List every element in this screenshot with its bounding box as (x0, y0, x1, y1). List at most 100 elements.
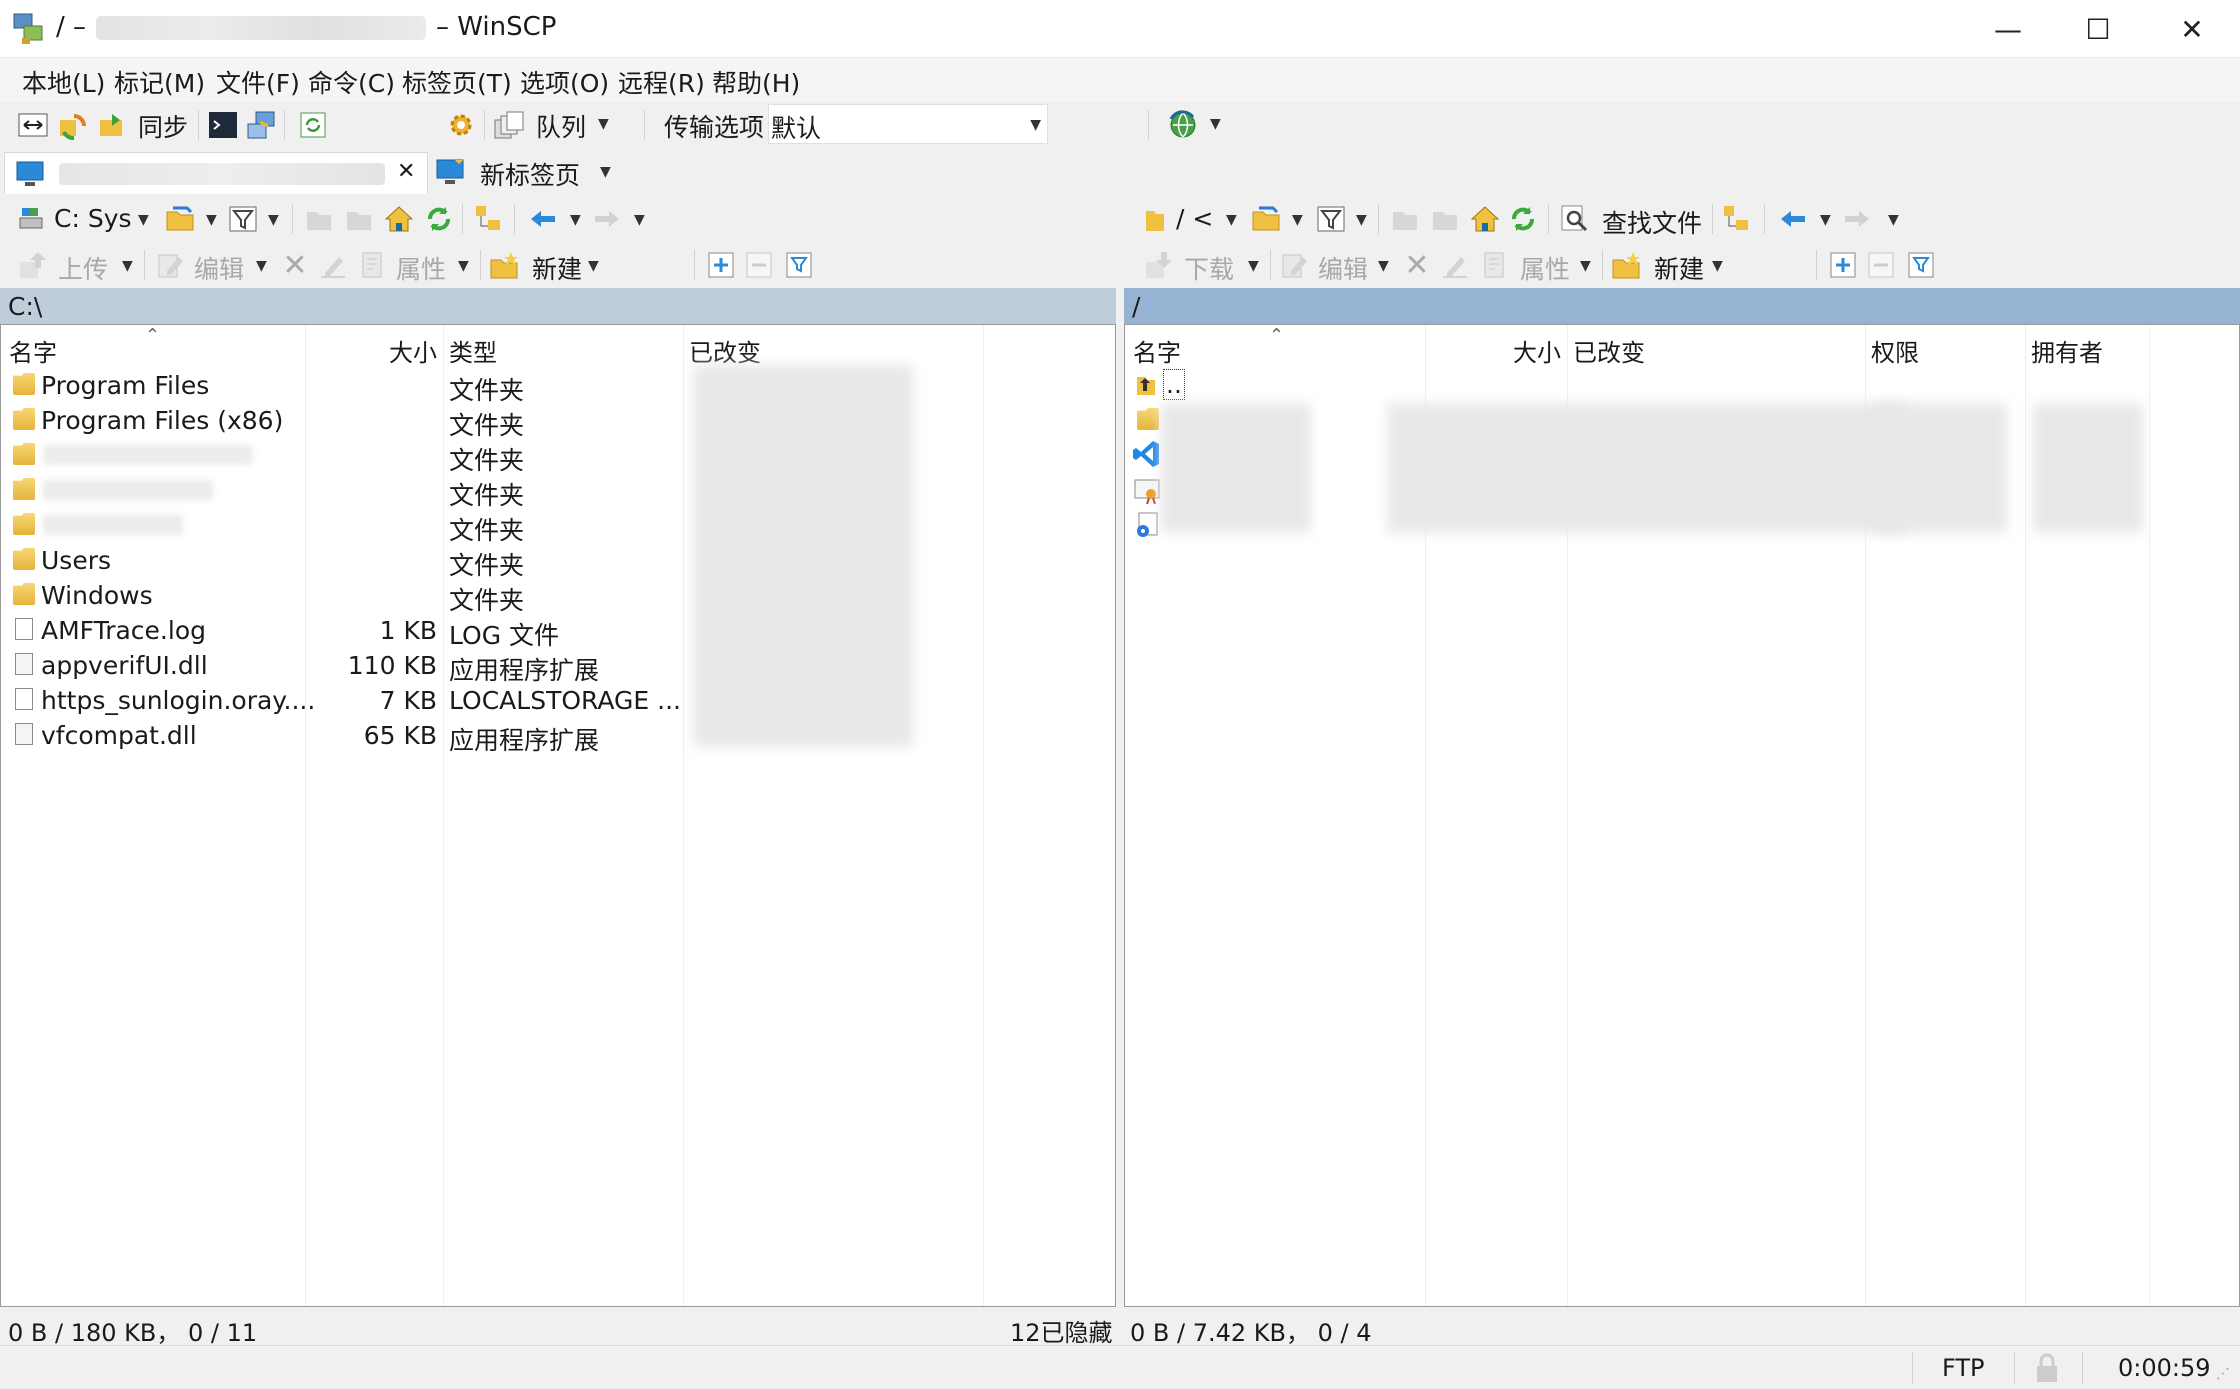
file-row[interactable]: 文件夹 (1, 507, 1115, 545)
close-window-button[interactable]: ✕ (2146, 0, 2238, 58)
minimize-button[interactable]: — (1962, 0, 2054, 58)
parent-dir-row[interactable]: .. (1125, 367, 2239, 402)
file-row[interactable]: AMFTrace.log 1 KB LOG 文件 (1, 612, 1115, 650)
file-row[interactable]: Windows 文件夹 (1, 577, 1115, 615)
refresh-icon[interactable] (422, 202, 456, 236)
open-folder-icon[interactable] (164, 202, 198, 236)
filter-select-icon[interactable] (782, 248, 816, 282)
remote-edit-button[interactable]: 编辑 (1318, 250, 1368, 286)
sync-button[interactable]: 同步 (138, 108, 188, 144)
file-row[interactable]: vfcompat.dll 65 KB 应用程序扩展 (1, 717, 1115, 755)
back-arrow-icon[interactable] (526, 202, 560, 236)
edit-icon[interactable] (154, 248, 188, 282)
delete-icon[interactable]: ✕ (278, 248, 312, 283)
new-button[interactable]: 新建 (532, 250, 582, 286)
menu-remote[interactable]: 远程(R) (618, 64, 705, 100)
remote-root-dir-icon[interactable] (1428, 202, 1462, 236)
home-icon[interactable] (382, 202, 416, 236)
forward-arrow-icon[interactable] (590, 202, 624, 236)
remote-forward-arrow-icon[interactable] (1840, 202, 1874, 236)
file-row[interactable]: 文件夹 (1, 472, 1115, 510)
remote-edit-icon[interactable] (1278, 248, 1312, 282)
properties-button[interactable]: 属性 (396, 250, 446, 286)
remote-refresh-icon[interactable] (1506, 202, 1540, 236)
close-tab-button[interactable]: ✕ (397, 159, 415, 184)
local-file-list[interactable]: 名字 ⌃ 大小 类型 已改变 Program Files 文件夹 Program… (0, 324, 1116, 1307)
file-row[interactable]: Program Files (x86) 文件夹 (1, 402, 1115, 440)
remote-tree-view-icon[interactable] (1720, 202, 1754, 236)
filter-icon[interactable] (226, 202, 260, 236)
maximize-button[interactable]: ☐ (2052, 0, 2144, 58)
parent-dir-icon[interactable] (302, 202, 336, 236)
root-dir-icon[interactable] (342, 202, 376, 236)
queue-button[interactable]: 队列 (536, 108, 586, 144)
download-button[interactable]: 下载 (1184, 250, 1234, 286)
file-row[interactable]: appverifUI.dll 110 KB 应用程序扩展 (1, 647, 1115, 685)
terminal-icon[interactable] (206, 108, 240, 142)
column-header-changed[interactable]: 已改变 (683, 325, 983, 367)
unselect-minus-icon[interactable] (742, 248, 776, 282)
remote-filter-select-icon[interactable] (1904, 248, 1938, 282)
remote-filter-icon[interactable] (1314, 202, 1348, 236)
drive-selector[interactable]: C: Sys (54, 204, 132, 233)
remote-new-folder-icon[interactable] (1610, 248, 1644, 282)
transfer-options-select[interactable]: 默认 ▼ (768, 104, 1048, 144)
auto-refresh-caret-icon[interactable]: ▼ (1210, 116, 1221, 132)
column-header-type[interactable]: 类型 (443, 325, 683, 367)
remote-column-header-size[interactable]: 大小 (1425, 325, 1567, 367)
new-tab-caret-icon[interactable]: ▼ (600, 164, 611, 180)
menu-mark[interactable]: 标记(M) (114, 64, 205, 100)
upload-button[interactable]: 上传 (58, 250, 108, 286)
queue-dropdown-caret-icon[interactable]: ▼ (598, 116, 609, 132)
remote-parent-dir-icon[interactable] (1388, 202, 1422, 236)
menu-local[interactable]: 本地(L) (22, 64, 105, 100)
properties-icon[interactable] (356, 248, 390, 282)
session-tab-active[interactable]: ✕ (4, 152, 428, 194)
synchronize-browse-icon[interactable] (56, 108, 90, 142)
find-files-icon[interactable] (1558, 202, 1592, 236)
column-header-size[interactable]: 大小 (305, 325, 443, 367)
drive-caret-icon[interactable]: ▼ (138, 212, 149, 228)
remote-column-header-rights[interactable]: 权限 (1865, 325, 2025, 367)
menu-commands[interactable]: 命令(C) (308, 64, 395, 100)
auto-refresh-globe-icon[interactable] (1166, 108, 1200, 142)
remote-unselect-minus-icon[interactable] (1864, 248, 1898, 282)
menu-file[interactable]: 文件(F) (216, 64, 300, 100)
remote-open-folder-icon[interactable] (1250, 202, 1284, 236)
refresh-session-icon[interactable] (296, 108, 330, 142)
remote-select-plus-icon[interactable] (1826, 248, 1860, 282)
download-icon[interactable] (1142, 248, 1176, 282)
file-row[interactable]: Program Files 文件夹 (1, 367, 1115, 405)
synchronize-folder-icon[interactable] (96, 108, 130, 142)
new-tab-button[interactable]: 新标签页 (480, 156, 580, 192)
file-row[interactable]: Users 文件夹 (1, 542, 1115, 580)
preferences-gear-icon[interactable] (444, 108, 478, 142)
remote-column-header-changed[interactable]: 已改变 (1567, 325, 1865, 367)
resize-grip-icon[interactable]: ⋰ (2216, 1366, 2230, 1382)
upload-icon[interactable] (16, 248, 50, 282)
file-row[interactable]: https_sunlogin.oray.... 7 KB LOCALSTORAG… (1, 682, 1115, 717)
select-plus-icon[interactable] (704, 248, 738, 282)
remote-home-icon[interactable] (1468, 202, 1502, 236)
menu-help[interactable]: 帮助(H) (712, 64, 800, 100)
menu-tabs[interactable]: 标签页(T) (402, 64, 512, 100)
remote-new-button[interactable]: 新建 (1654, 250, 1704, 286)
compare-dirs-icon[interactable] (16, 108, 50, 142)
file-row[interactable]: 文件夹 (1, 437, 1115, 475)
remote-file-list[interactable]: 名字 ⌃ 大小 已改变 权限 拥有者 .. (1124, 324, 2240, 1307)
new-folder-icon[interactable] (488, 248, 522, 282)
remote-column-header-owner[interactable]: 拥有者 (2025, 325, 2149, 367)
remote-delete-icon[interactable]: ✕ (1400, 248, 1434, 283)
local-hidden-count[interactable]: 12已隐藏 (1010, 1307, 1113, 1347)
queue-icon[interactable] (492, 108, 526, 142)
edit-button[interactable]: 编辑 (194, 250, 244, 286)
putty-icon[interactable] (244, 108, 278, 142)
find-files-button[interactable]: 查找文件 (1602, 204, 1702, 240)
menu-options[interactable]: 选项(O) (520, 64, 609, 100)
remote-path-caret-icon[interactable]: ▼ (1226, 212, 1237, 228)
remote-back-arrow-icon[interactable] (1776, 202, 1810, 236)
remote-properties-button[interactable]: 属性 (1520, 250, 1570, 286)
remote-path-selector[interactable]: / < (1176, 204, 1213, 233)
remote-rename-icon[interactable] (1438, 248, 1472, 282)
tree-view-icon[interactable] (472, 202, 506, 236)
